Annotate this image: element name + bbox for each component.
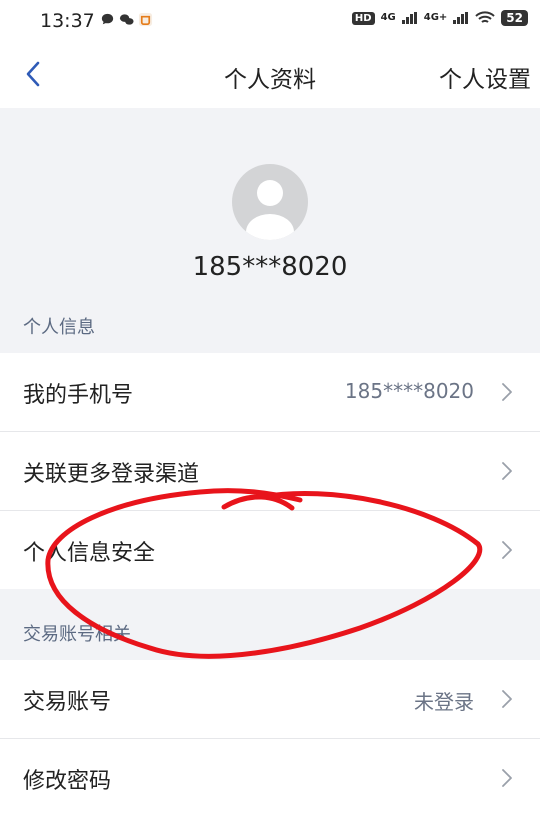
chevron-right-icon [502, 541, 512, 559]
section-personal-info-label: 个人信息 [23, 317, 95, 338]
wifi-icon [475, 11, 495, 23]
profile-phone: 185***8020 [192, 252, 348, 282]
row-my-phone[interactable]: 我的手机号 185****8020 [0, 353, 540, 432]
trading-group: 交易账号 未登录 修改密码 [0, 660, 540, 817]
row-label: 修改密码 [23, 769, 112, 794]
status-indicators: HD 4G 4G+ 52 [351, 10, 528, 26]
row-trading-account[interactable]: 交易账号 未登录 [0, 660, 540, 739]
chevron-right-icon [502, 383, 512, 401]
row-personal-info-security[interactable]: 个人信息安全 [0, 511, 540, 589]
battery-indicator: 52 [501, 10, 528, 26]
profile-header: 185***8020 [0, 108, 540, 304]
notification-icons [100, 12, 153, 27]
app-notification-icon [138, 12, 153, 27]
row-label: 关联更多登录渠道 [23, 462, 200, 487]
signal-4g-plus: 4G+ [423, 12, 448, 23]
status-time: 13:37 [40, 10, 95, 32]
user-silhouette-icon [246, 180, 294, 240]
chevron-right-icon [502, 769, 512, 787]
hd-badge: HD [351, 11, 375, 25]
wechat-icon [119, 14, 134, 25]
section-trading-label: 交易账号相关 [23, 624, 131, 645]
personal-info-group: 我的手机号 185****8020 关联更多登录渠道 个人信息安全 [0, 353, 540, 589]
row-change-password[interactable]: 修改密码 [0, 739, 540, 817]
avatar[interactable] [232, 164, 308, 240]
row-label: 个人信息安全 [23, 541, 156, 566]
chevron-right-icon [502, 690, 512, 708]
signal-bars-icon-2 [453, 12, 469, 24]
message-icon [101, 13, 114, 25]
chevron-right-icon [502, 462, 512, 480]
signal-4g: 4G [380, 12, 396, 23]
row-label: 交易账号 [23, 690, 112, 715]
signal-bars-icon [401, 12, 417, 24]
row-label: 我的手机号 [23, 383, 134, 408]
row-value: 未登录 [414, 690, 474, 714]
personal-settings-link[interactable]: 个人设置 [439, 60, 531, 94]
nav-bar: 个人资料 个人设置 [0, 42, 540, 108]
status-bar: 13:37 HD 4G 4G+ 52 [0, 0, 540, 42]
row-value: 185****8020 [344, 379, 474, 403]
row-link-login-channels[interactable]: 关联更多登录渠道 [0, 432, 540, 511]
